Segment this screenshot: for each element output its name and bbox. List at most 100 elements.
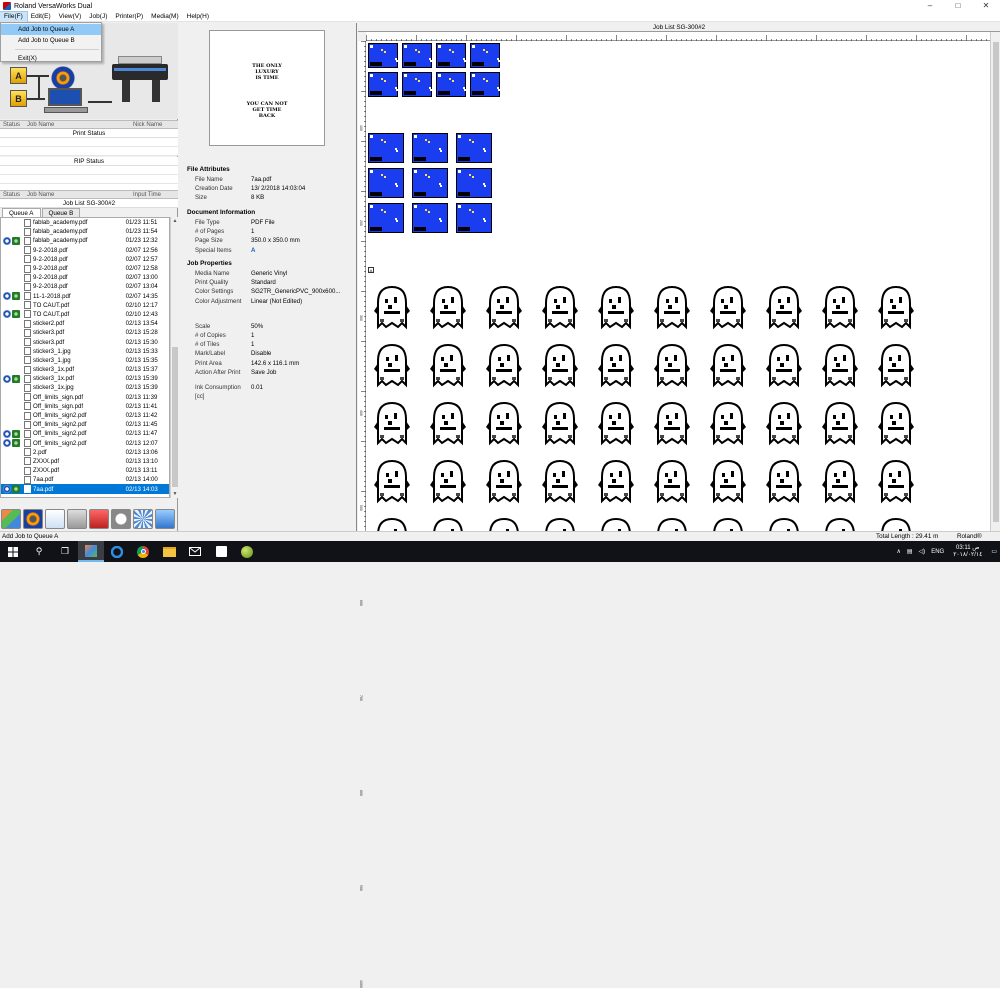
rip-gear-icon[interactable] [50,66,76,90]
ghost-sticker-tile[interactable] [482,457,526,505]
menu-help[interactable]: Help(H) [183,12,213,22]
job-row[interactable]: 9-2-2018.pdf 02/07 12:58 [1,264,169,273]
ghost-sticker-tile[interactable] [538,399,582,447]
job-row[interactable]: Off_limits_sign2.pdf 02/13 11:42 [1,411,169,420]
ghost-sticker-tile[interactable] [594,457,638,505]
tray-chevron-icon[interactable]: ∧ [893,548,903,555]
ghost-sticker-tile[interactable] [594,399,638,447]
rip-status-list[interactable] [0,166,178,190]
ghost-sticker-tile[interactable] [874,399,918,447]
job-row[interactable]: Off_limits_sign2.pdf 02/13 11:45 [1,420,169,429]
app-ball-icon[interactable] [234,541,260,562]
ghost-sticker-tile[interactable] [650,515,694,531]
ghost-sticker-tile[interactable] [370,341,414,389]
delete-trash-icon[interactable] [155,509,175,529]
sticker-tile[interactable] [436,72,466,97]
sticker-tile[interactable] [412,203,448,233]
job-row[interactable]: sticker3_1x.pdf 02/13 15:39 [1,374,169,383]
job-row[interactable]: 9-2-2018.pdf 02/07 13:04 [1,282,169,291]
layout-scrollbar[interactable] [990,32,1000,531]
job-row[interactable]: 9-2-2018.pdf 02/07 13:00 [1,273,169,282]
ghost-sticker-tile[interactable] [594,283,638,331]
sticker-tile[interactable] [470,72,500,97]
ghost-sticker-tile[interactable] [650,399,694,447]
layout-icon[interactable] [1,509,21,529]
sticker-tile[interactable] [412,168,448,198]
print-icon[interactable] [67,509,87,529]
ghost-sticker-tile[interactable] [426,457,470,505]
sticker-tile[interactable] [368,72,398,97]
job-row[interactable]: 7aa.pdf 02/13 14:03 [1,484,169,494]
job-row[interactable]: ZXXX.pdf 02/13 13:10 [1,457,169,466]
sticker-tile[interactable] [456,203,492,233]
ghost-sticker-tile[interactable] [594,341,638,389]
menu-file[interactable]: File(F) [0,10,28,23]
cancel-icon[interactable] [133,509,153,529]
versaworks-taskbar-icon[interactable] [78,541,104,562]
ghost-sticker-tile[interactable] [874,283,918,331]
chrome-browser-icon[interactable] [130,541,156,562]
job-row[interactable]: sticker3_1.jpg 02/13 15:35 [1,356,169,365]
menu-item-add-job-queue-b[interactable]: Add Job to Queue B [1,35,101,46]
ghost-sticker-tile[interactable] [706,399,750,447]
rip-and-print-icon[interactable] [89,509,109,529]
ghost-sticker-tile[interactable] [538,341,582,389]
ghost-sticker-tile[interactable] [482,341,526,389]
ghost-sticker-tile[interactable] [650,341,694,389]
scrollbar-thumb[interactable] [172,347,178,487]
ghost-sticker-tile[interactable] [426,515,470,531]
job-row[interactable]: TO CAUT.pdf 02/10 12:43 [1,310,169,319]
tab-queue-b[interactable]: Queue B [41,208,81,217]
job-list[interactable]: fablab_academy.pdf 01/23 11:51 fablab_acad… [0,217,170,498]
rip-gear-icon[interactable] [23,509,43,529]
ghost-sticker-tile[interactable] [762,457,806,505]
sticker-tile[interactable] [368,133,404,163]
ghost-sticker-tile[interactable] [538,457,582,505]
ghost-sticker-tile[interactable] [874,457,918,505]
network-icon[interactable]: ▤ [904,548,916,555]
job-row[interactable]: sticker3_1x.pdf 02/13 15:37 [1,365,169,374]
stop-icon[interactable] [111,509,131,529]
job-row[interactable]: fablab_academy.pdf 01/23 12:32 [1,236,169,245]
clock[interactable]: 03:11 ص ٢٠١٨/٠٢/١٤ [947,545,988,559]
job-row[interactable]: sticker3_1x.jpg 02/13 15:39 [1,383,169,392]
volume-icon[interactable]: ◁) [916,548,929,555]
ghost-sticker-tile[interactable] [706,341,750,389]
ghost-sticker-tile[interactable] [426,399,470,447]
job-row[interactable]: sticker3.pdf 02/13 15:30 [1,337,169,347]
ghost-sticker-tile[interactable] [706,515,750,531]
ghost-sticker-tile[interactable] [538,515,582,531]
ghost-sticker-tile[interactable] [426,341,470,389]
sticker-tile[interactable] [368,203,404,233]
start-button[interactable] [0,541,26,562]
menu-view[interactable]: View(V) [55,12,86,22]
job-row[interactable]: Off_limits_sign2.pdf 02/13 11:47 [1,429,169,438]
ghost-sticker-tile[interactable] [482,515,526,531]
job-row[interactable]: 9-2-2018.pdf 02/07 12:57 [1,255,169,264]
job-row[interactable]: sticker3.pdf 02/13 15:28 [1,328,169,337]
tab-queue-a[interactable]: Queue A [2,208,41,217]
ghost-sticker-tile[interactable] [538,283,582,331]
notifications-icon[interactable]: ▭ [988,548,1000,555]
ghost-sticker-tile[interactable] [706,283,750,331]
sticker-tile[interactable] [402,72,432,97]
ghost-sticker-tile[interactable] [370,399,414,447]
job-row[interactable]: fablab_academy.pdf 01/23 11:54 [1,227,169,236]
search-icon[interactable]: ⚲ [26,541,52,562]
job-row[interactable]: ZXXX.pdf 02/13 13:11 [1,466,169,475]
job-row[interactable]: sticker3_1.jpg 02/13 15:33 [1,347,169,356]
edge-browser-icon[interactable] [104,541,130,562]
ghost-sticker-tile[interactable] [650,457,694,505]
ghost-sticker-tile[interactable] [482,399,526,447]
minimize-button[interactable]: – [916,0,944,12]
scroll-up-arrow-icon[interactable]: ▲ [171,217,179,225]
menu-media[interactable]: Media(M) [147,12,182,22]
job-row[interactable]: 7aa.pdf 02/13 14:00 [1,475,169,484]
sticker-tile[interactable] [368,168,404,198]
sticker-tile[interactable] [456,133,492,163]
scrollbar-thumb[interactable] [993,42,999,522]
ghost-sticker-tile[interactable] [762,515,806,531]
job-row[interactable]: Off_limits_sign.pdf 02/13 11:41 [1,402,169,411]
job-row[interactable]: fablab_academy.pdf 01/23 11:51 [1,218,169,227]
job-list-scrollbar[interactable]: ▲ ▼ [170,217,178,498]
